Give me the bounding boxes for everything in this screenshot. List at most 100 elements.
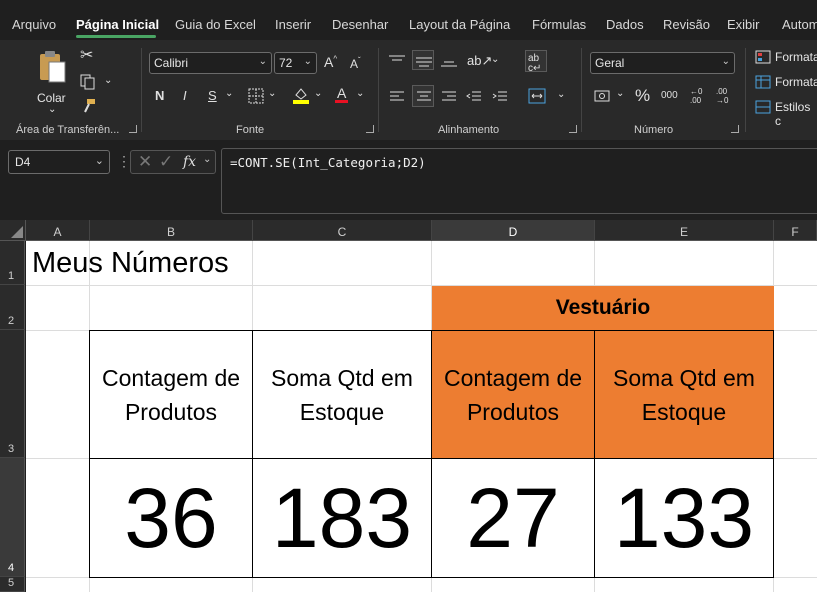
cell-b3[interactable]: Contagem de Produtos [89, 330, 253, 459]
tab-desenhar[interactable]: Desenhar [332, 17, 388, 32]
tab-dados[interactable]: Dados [606, 17, 644, 32]
alignment-launcher-icon[interactable] [569, 125, 577, 133]
font-color-icon[interactable]: A [335, 86, 349, 103]
borders-icon[interactable] [248, 88, 264, 104]
align-middle-button[interactable] [412, 50, 434, 70]
cancel-icon[interactable]: ✕ [138, 152, 152, 172]
merge-center-icon[interactable] [528, 88, 546, 104]
cell-e4[interactable]: 133 [594, 458, 774, 578]
align-center-button[interactable] [412, 85, 434, 107]
underline-button[interactable]: S [208, 89, 217, 102]
chevron-down-icon[interactable]: ⌄ [616, 89, 624, 99]
row-header-3[interactable]: 3 [0, 330, 25, 458]
cell-b4[interactable]: 36 [89, 458, 253, 578]
conditional-formatting-icon [755, 50, 771, 64]
increase-font-size-icon[interactable]: A^ [324, 55, 337, 69]
chevron-down-icon[interactable]: ⌄ [491, 55, 499, 65]
more-options-icon[interactable]: ⋮ [117, 153, 131, 170]
italic-button[interactable]: I [183, 89, 187, 102]
cell-c4[interactable]: 183 [252, 458, 432, 578]
comma-style-icon[interactable]: 000 [661, 91, 678, 101]
row-header-4[interactable]: 4 [0, 458, 25, 577]
increase-indent-icon[interactable] [492, 90, 508, 104]
tab-exibir[interactable]: Exibir [727, 17, 760, 32]
tab-inserir[interactable]: Inserir [275, 17, 311, 32]
align-top-icon[interactable] [388, 54, 406, 68]
decrease-font-size-icon[interactable]: Aˇ [350, 57, 361, 71]
cell-d4-selected[interactable]: 27 [431, 458, 595, 578]
chevron-down-icon[interactable]: ⌄ [225, 89, 233, 99]
align-right-icon[interactable] [441, 90, 457, 104]
percent-style-icon[interactable]: % [635, 87, 650, 104]
chevron-down-icon[interactable]: ⌄ [203, 154, 211, 165]
chevron-down-icon[interactable]: ⌄ [356, 89, 364, 99]
chevron-down-icon[interactable]: ⌄ [557, 90, 565, 100]
wrap-text-icon: ab c↵ [528, 53, 542, 74]
insert-function-button[interactable]: fx [183, 154, 196, 170]
cell-styles-button[interactable]: Estilos c [755, 99, 817, 128]
format-as-table-button[interactable]: Formata [755, 74, 817, 92]
row-header-1[interactable]: 1 [0, 241, 25, 285]
decrease-indent-icon[interactable] [466, 90, 482, 104]
font-name-select[interactable]: Calibri ⌄ [149, 52, 272, 74]
decrease-decimal-icon[interactable]: .00 →0 [716, 87, 728, 105]
enter-icon[interactable]: ✓ [159, 152, 173, 172]
column-header-f[interactable]: F [774, 220, 817, 241]
name-box[interactable]: D4 ⌄ [8, 150, 110, 174]
group-separator [581, 48, 582, 132]
copy-icon[interactable] [80, 74, 96, 90]
row-header-2[interactable]: 2 [0, 285, 25, 330]
column-header-a[interactable]: A [26, 220, 90, 241]
font-launcher-icon[interactable] [366, 125, 374, 133]
cell-a1-title[interactable]: Meus Números [27, 242, 427, 285]
row-header-5[interactable]: 5 [0, 577, 25, 592]
font-size-select[interactable]: 72 ⌄ [274, 52, 317, 74]
orientation-icon[interactable]: ab↗ [467, 54, 492, 67]
select-all-corner[interactable] [0, 220, 26, 241]
column-header-d[interactable]: D [432, 220, 595, 241]
tab-formulas[interactable]: Fórmulas [532, 17, 586, 32]
accounting-format-icon[interactable] [594, 88, 612, 104]
cut-icon[interactable]: ✂ [80, 48, 93, 64]
cell-text: Contagem de Produtos [443, 364, 583, 425]
row-number: 1 [8, 270, 15, 282]
wrap-text-button[interactable]: ab c↵ [525, 50, 547, 74]
name-box-value: D4 [15, 155, 31, 169]
align-bottom-icon[interactable] [440, 54, 458, 68]
tab-guia-do-excel[interactable]: Guia do Excel [175, 17, 256, 32]
fill-color-icon[interactable] [292, 86, 310, 104]
row-number: 3 [8, 443, 15, 455]
cell-styles-icon [755, 100, 771, 114]
format-painter-icon[interactable] [80, 98, 96, 114]
cell-c3[interactable]: Soma Qtd em Estoque [252, 330, 432, 459]
chevron-down-icon: ⌄ [258, 56, 267, 67]
increase-decimal-icon[interactable]: ←0.00 [690, 87, 702, 105]
bold-button[interactable]: N [155, 89, 164, 102]
chevron-down-icon[interactable]: ⌄ [268, 89, 276, 99]
tab-revisao[interactable]: Revisão [663, 17, 710, 32]
cell-text: Soma Qtd em Estoque [613, 364, 755, 425]
tab-arquivo[interactable]: Arquivo [12, 17, 56, 32]
group-separator [141, 48, 142, 132]
tab-autom[interactable]: Autom [782, 17, 817, 32]
column-header-c[interactable]: C [253, 220, 432, 241]
number-launcher-icon[interactable] [731, 125, 739, 133]
column-header-b[interactable]: B [90, 220, 253, 241]
tab-layout-da-pagina[interactable]: Layout da Página [409, 17, 510, 32]
paste-button[interactable]: Colar ⌄ [28, 48, 74, 115]
chevron-down-icon[interactable]: ⌄ [104, 76, 112, 86]
active-tab-indicator [76, 35, 156, 38]
cell-d3[interactable]: Contagem de Produtos [431, 330, 595, 459]
column-header-e[interactable]: E [595, 220, 774, 241]
ribbon: Colar ⌄ ✂ ⌄ Área de Transferên... Calibr… [0, 40, 817, 140]
align-left-icon[interactable] [389, 90, 405, 104]
number-format-select[interactable]: Geral ⌄ [590, 52, 735, 74]
clipboard-launcher-icon[interactable] [129, 125, 137, 133]
tab-pagina-inicial[interactable]: Página Inicial [76, 17, 159, 32]
cell-e3[interactable]: Soma Qtd em Estoque [594, 330, 774, 459]
chevron-down-icon[interactable]: ⌄ [314, 89, 322, 99]
font-name-value: Calibri [154, 56, 189, 70]
cell-d2-vestuario[interactable]: Vestuário [432, 286, 774, 330]
conditional-formatting-button[interactable]: Formata [755, 49, 817, 67]
formula-input[interactable]: =CONT.SE(Int_Categoria;D2) [221, 148, 817, 214]
